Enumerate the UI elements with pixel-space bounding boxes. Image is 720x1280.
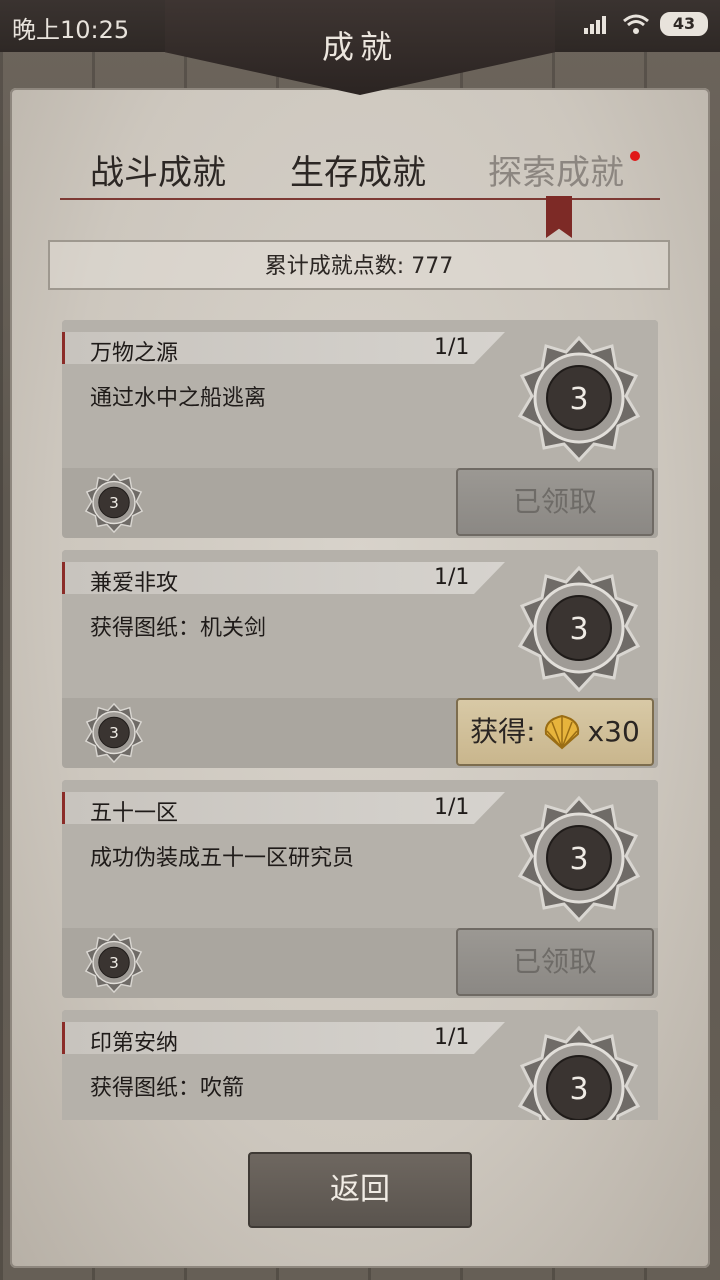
medal-icon: 3 <box>518 566 640 692</box>
tab-combat[interactable]: 战斗成就 <box>90 145 226 194</box>
small-medal-icon: 3 <box>85 703 143 763</box>
achievement-card: 万物之源 1/1 通过水中之船逃离 3 3 已领取 <box>62 320 658 538</box>
achievement-card: 印第安纳 1/1 获得图纸：吹箭 3 <box>62 1010 658 1120</box>
claim-reward-button[interactable]: 获得: x30 <box>456 698 654 766</box>
achievement-name: 五十一区 <box>90 801 179 826</box>
small-medal-points: 3 <box>109 954 119 972</box>
medal-icon: 3 <box>518 796 640 922</box>
medal-points: 3 <box>569 842 588 877</box>
achievement-description: 通过水中之船逃离 <box>90 386 267 411</box>
reward-quantity: x30 <box>587 715 640 748</box>
medal-points: 3 <box>569 612 588 647</box>
back-button[interactable]: 返回 <box>248 1152 472 1228</box>
tab-exploration[interactable]: 探索成就 <box>488 145 624 194</box>
achievement-description: 获得图纸：吹箭 <box>90 1076 245 1101</box>
achievement-progress: 1/1 <box>434 795 470 820</box>
achievement-card: 五十一区 1/1 成功伪装成五十一区研究员 3 3 已领取 <box>62 780 658 998</box>
tab-survival[interactable]: 生存成就 <box>290 145 426 194</box>
claimed-button[interactable]: 已领取 <box>456 468 654 536</box>
achievement-progress: 1/1 <box>434 1025 470 1050</box>
achievement-name: 万物之源 <box>90 341 179 366</box>
small-medal-icon: 3 <box>85 933 143 993</box>
achievement-card: 兼爱非攻 1/1 获得图纸：机关剑 3 3 获得: x30 <box>62 550 658 768</box>
claimed-button[interactable]: 已领取 <box>456 928 654 996</box>
achievement-name: 兼爱非攻 <box>90 571 179 596</box>
achievement-name: 印第安纳 <box>90 1031 179 1056</box>
page-title: 成就 <box>321 28 398 66</box>
reward-label: 获得: <box>470 715 536 748</box>
achievement-points-summary: 累计成就点数: 777 <box>48 240 670 290</box>
small-medal-points: 3 <box>109 494 119 512</box>
medal-icon: 3 <box>518 1026 640 1120</box>
medal-icon: 3 <box>518 336 640 462</box>
notification-dot <box>630 151 640 161</box>
achievement-description: 获得图纸：机关剑 <box>90 616 267 641</box>
achievement-description: 成功伪装成五十一区研究员 <box>90 846 355 871</box>
medal-points: 3 <box>569 1072 588 1107</box>
small-medal-points: 3 <box>109 724 119 742</box>
achievement-progress: 1/1 <box>434 335 470 360</box>
achievement-progress: 1/1 <box>434 565 470 590</box>
shell-icon <box>544 714 579 750</box>
medal-points: 3 <box>569 382 588 417</box>
achievement-list[interactable]: 万物之源 1/1 通过水中之船逃离 3 3 已领取 兼爱非攻 1/1 获得图纸：… <box>62 320 658 1120</box>
small-medal-icon: 3 <box>85 473 143 533</box>
